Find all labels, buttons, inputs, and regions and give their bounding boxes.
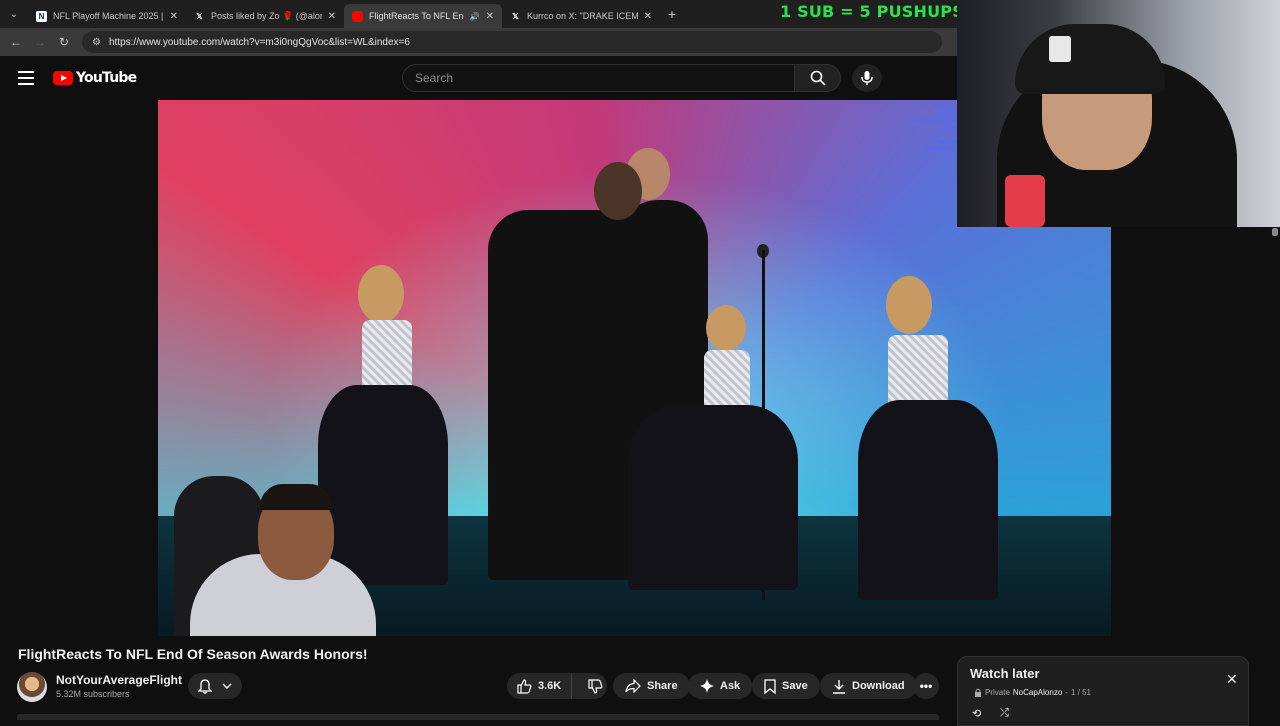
- playlist-meta: Private NoCapAlonzo - 1 / 51: [974, 688, 1091, 697]
- tab-close-icon[interactable]: ✕: [486, 11, 494, 22]
- share-label: Share: [647, 680, 678, 692]
- youtube-icon: [352, 10, 363, 22]
- tab-close-icon[interactable]: ✕: [328, 11, 336, 22]
- girl-head-left: [358, 265, 404, 323]
- tab-title: Posts liked by Zo 🌹 (@alonzo: [211, 10, 322, 21]
- subscriber-count: 5.32M subscribers: [56, 689, 130, 699]
- streamer-cap: [1015, 24, 1165, 94]
- cup: [1005, 175, 1045, 227]
- browser-tab[interactable]: 𝕏 Posts liked by Zo 🌹 (@alonzo ✕: [186, 4, 344, 28]
- playlist-title[interactable]: Watch later: [970, 666, 1040, 681]
- chevron-down-icon: [222, 683, 232, 689]
- girl-head-middle: [706, 305, 746, 351]
- chat-line: aashadal: [937, 139, 958, 145]
- share-arrow-icon: [625, 679, 641, 693]
- search-placeholder: Search: [415, 71, 454, 85]
- lock-icon: [975, 688, 981, 697]
- nfl-icon: N: [36, 10, 47, 22]
- stream-chat-overlay: trueboggs arealdealw !treeeddddddddddddd…: [888, 104, 958, 234]
- forward-arrow-icon[interactable]: →: [28, 35, 52, 49]
- save-button[interactable]: Save: [752, 673, 820, 699]
- search-button[interactable]: [795, 64, 841, 92]
- ask-label: Ask: [720, 680, 741, 692]
- youtube-play-icon: [53, 71, 73, 85]
- share-button[interactable]: Share: [613, 673, 690, 699]
- youtube-logo[interactable]: YouTube: [53, 70, 137, 86]
- like-dislike-group: 3.6K: [507, 673, 607, 699]
- reactor-hair: [260, 484, 332, 510]
- description-box-edge: [17, 714, 939, 720]
- scrollbar-handle[interactable]: [1272, 228, 1278, 236]
- chat-line: trueboggs: [935, 104, 958, 110]
- ask-button[interactable]: Ask: [688, 673, 753, 699]
- man-figure-front: [488, 210, 638, 580]
- playlist-privacy: Private: [985, 688, 1010, 697]
- girl-skirt-right: [858, 400, 998, 600]
- playlist-owner[interactable]: NoCapAlonzo: [1013, 688, 1062, 697]
- browser-tab[interactable]: 𝕏 Kurrco on X: "DRAKE ICEMAN N ✕: [502, 4, 660, 28]
- save-label: Save: [782, 680, 808, 692]
- chat-line: chrisbrr: [941, 125, 958, 131]
- streamer-webcam: [957, 0, 1280, 227]
- channel-name[interactable]: NotYourAverageFlight: [56, 673, 182, 687]
- tab-title: FlightReacts To NFL End Of: [369, 11, 464, 21]
- speaker-icon[interactable]: 🔊: [470, 12, 480, 21]
- download-label: Download: [852, 680, 905, 692]
- logo-text: YouTube: [76, 70, 137, 86]
- like-button[interactable]: 3.6K: [507, 673, 573, 699]
- thumbs-down-icon: [588, 678, 603, 694]
- notification-bell-button[interactable]: [188, 673, 242, 699]
- loop-icon[interactable]: ⟲: [972, 707, 981, 720]
- url-text: https://www.youtube.com/watch?v=m3i0ngQg…: [108, 36, 410, 48]
- playlist-panel: Watch later Private NoCapAlonzo - 1 / 51…: [957, 656, 1249, 726]
- girl-dress-top-right: [888, 335, 948, 405]
- voice-search-button[interactable]: [852, 64, 882, 92]
- girl-head-right: [886, 276, 932, 334]
- reactor-webcam: [160, 476, 382, 636]
- browser-tab[interactable]: N NFL Playoff Machine 2025 | Play ✕: [28, 4, 186, 28]
- dislike-button[interactable]: [578, 678, 613, 694]
- like-count: 3.6K: [538, 680, 562, 692]
- stream-banner: 1 SUB = 5 PUSHUPS: [780, 2, 964, 21]
- chat-line: arealdealw: [933, 111, 958, 117]
- new-tab-icon[interactable]: +: [660, 6, 684, 22]
- download-button[interactable]: Download: [820, 673, 917, 699]
- thumbs-up-icon: [517, 678, 532, 694]
- chat-line: mis: [950, 132, 958, 138]
- bell-icon: [198, 678, 212, 694]
- video-title: FlightReacts To NFL End Of Season Awards…: [18, 646, 368, 662]
- chat-line: alakdeldawtiw_: [924, 146, 958, 152]
- sparkle-icon: [700, 679, 714, 693]
- close-icon[interactable]: ✕: [1226, 671, 1238, 688]
- search-icon: [810, 70, 826, 86]
- download-icon: [833, 679, 845, 694]
- tab-title: NFL Playoff Machine 2025 | Play: [53, 11, 164, 21]
- microphone-icon: [861, 71, 873, 85]
- back-arrow-icon[interactable]: ←: [4, 35, 28, 49]
- shuffle-icon[interactable]: ⤮: [1000, 707, 1009, 720]
- site-info-icon[interactable]: ⚙: [92, 37, 101, 48]
- search-input[interactable]: Search: [402, 64, 795, 92]
- girl-dress-top-middle: [704, 350, 750, 410]
- cap-patch: [1049, 36, 1071, 62]
- tab-title: Kurrco on X: "DRAKE ICEMAN N: [527, 11, 638, 21]
- girl-dress-top-left: [362, 320, 412, 390]
- more-horizontal-icon: •••: [919, 679, 933, 693]
- reload-icon[interactable]: ↻: [52, 35, 76, 49]
- x-icon: 𝕏: [196, 11, 203, 21]
- playlist-position: 1 / 51: [1070, 688, 1091, 697]
- menu-icon[interactable]: [18, 71, 34, 85]
- url-field[interactable]: ⚙ https://www.youtube.com/watch?v=m3i0ng…: [82, 31, 942, 53]
- browser-tab-active[interactable]: FlightReacts To NFL End Of 🔊 ✕: [344, 4, 502, 28]
- more-actions-button[interactable]: •••: [913, 673, 939, 699]
- x-icon: 𝕏: [512, 11, 519, 21]
- bookmark-icon: [764, 678, 776, 694]
- tab-close-icon[interactable]: ✕: [170, 11, 178, 22]
- tab-search-chevron-icon[interactable]: ⌄: [0, 0, 28, 28]
- channel-avatar[interactable]: [17, 672, 47, 702]
- girl-skirt-middle: [628, 405, 798, 590]
- man-head-front: [594, 162, 642, 220]
- chat-line: !treeeddddddddddddd: [909, 118, 958, 124]
- tab-close-icon[interactable]: ✕: [644, 11, 652, 22]
